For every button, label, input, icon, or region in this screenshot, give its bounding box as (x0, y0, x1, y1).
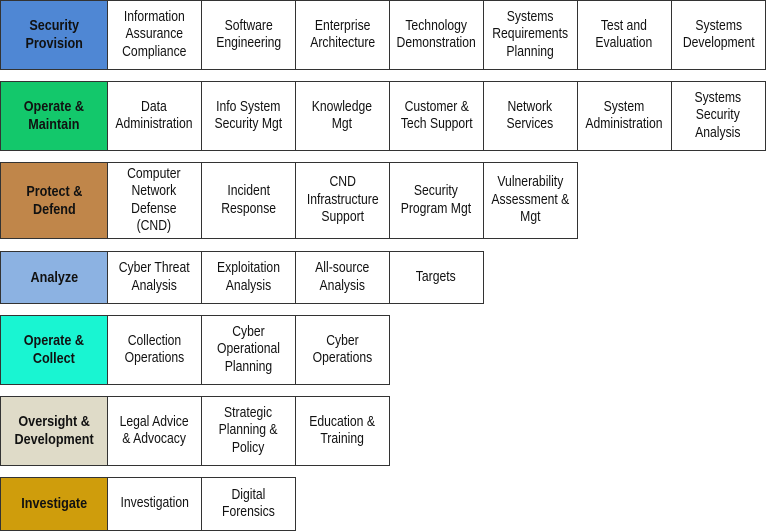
specialty-area-label: All-source Analysis (315, 260, 370, 294)
specialty-area-cell: CND Infrastructure Support (294, 162, 390, 239)
specialty-area-cell: Technology Demonstration (388, 0, 484, 70)
specialty-area-label: Software Engineering (215, 17, 281, 52)
specialty-area-label: Enterprise Architecture (309, 17, 375, 52)
category-header: Operate & Collect (0, 315, 108, 385)
specialty-area-cell: Vulnerability Assessment & Mgt (482, 162, 578, 239)
specialty-area-label: Cyber Operational Planning (216, 323, 280, 375)
specialty-area-label: Investigation (120, 495, 189, 512)
specialty-area-label: Cyber Threat Analysis (118, 260, 190, 294)
category-row: Oversight & Development Legal Advice & Ad… (0, 396, 390, 466)
specialty-area-cell: Cyber Threat Analysis (106, 251, 202, 304)
specialty-area-cell: Knowledge Mgt (294, 81, 390, 151)
specialty-area-label: Targets (416, 268, 457, 285)
specialty-area-label: Education & Training (309, 413, 376, 448)
specialty-area-label: CND Infrastructure Support (306, 174, 379, 226)
specialty-area-cell: Legal Advice & Advocacy (106, 396, 202, 466)
category-row: Operate & Maintain Data Administration Inf… (0, 81, 766, 151)
category-header: Oversight & Development (0, 396, 108, 466)
specialty-area-cell: Strategic Planning & Policy (200, 396, 296, 466)
specialty-area-cell: System Administration (576, 81, 672, 151)
specialty-area-label: Exploitation Analysis (216, 260, 280, 294)
specialty-area-label: Info System Security Mgt (214, 98, 283, 133)
specialty-area-cell: Education & Training (294, 396, 390, 466)
specialty-area-cell: Customer & Tech Support (388, 81, 484, 151)
category-header: Investigate (0, 477, 108, 531)
category-label: Operate & Collect (23, 332, 85, 367)
specialty-area-label: Knowledge Mgt (312, 98, 373, 133)
specialty-area-cell: Security Program Mgt (388, 162, 484, 239)
category-label: Investigate (21, 495, 87, 512)
specialty-area-cell: Systems Security Analysis (670, 81, 766, 151)
specialty-area-cell: Exploitation Analysis (200, 251, 296, 304)
specialty-area-cell: All-source Analysis (294, 251, 390, 304)
specialty-area-cell: Information Assurance Compliance (106, 0, 202, 70)
specialty-area-label: Collection Operations (124, 332, 185, 367)
category-header: Analyze (0, 251, 108, 304)
specialty-area-label: Computer Network Defense (CND) (127, 165, 181, 235)
specialty-area-label: Customer & Tech Support (400, 98, 473, 133)
specialty-area-label: Systems Development (682, 17, 755, 52)
specialty-area-cell: Collection Operations (106, 315, 202, 385)
specialty-area-cell: Cyber Operational Planning (200, 315, 296, 385)
specialty-area-label: Security Program Mgt (401, 183, 472, 217)
specialty-area-cell: Network Services (482, 81, 578, 151)
specialty-area-label: Information Assurance Compliance (122, 8, 187, 60)
category-label: Operate & Maintain (23, 98, 85, 133)
specialty-area-label: Network Services (506, 98, 554, 133)
specialty-area-cell: Cyber Operations (294, 315, 390, 385)
specialty-area-label: Data Administration (115, 98, 193, 133)
specialty-area-label: Legal Advice & Advocacy (119, 413, 189, 448)
specialty-area-cell: Enterprise Architecture (294, 0, 390, 70)
category-row: Analyze Cyber Threat Analysis Exploitation… (0, 251, 484, 304)
specialty-area-label: Digital Forensics (221, 486, 275, 521)
category-label: Security Provision (25, 17, 83, 52)
specialty-area-cell: Systems Requirements Planning (482, 0, 578, 70)
specialty-area-cell: Software Engineering (200, 0, 296, 70)
category-label: Protect & Defend (25, 182, 83, 218)
category-row: Security Provision Information Assurance … (0, 0, 766, 70)
category-header: Operate & Maintain (0, 81, 108, 151)
specialty-area-label: Technology Demonstration (396, 17, 476, 52)
category-header: Protect & Defend (0, 162, 108, 239)
specialty-area-cell: Digital Forensics (200, 477, 296, 531)
specialty-area-cell: Incident Response (200, 162, 296, 239)
specialty-area-label: System Administration (585, 98, 663, 133)
specialty-area-cell: Computer Network Defense (CND) (106, 162, 202, 239)
specialty-area-cell: Targets (388, 251, 484, 304)
category-row: Operate & Collect Collection Operations Cy… (0, 315, 390, 385)
specialty-area-cell: Investigation (106, 477, 202, 531)
category-header: Security Provision (0, 0, 108, 70)
category-label: Analyze (30, 268, 78, 286)
category-row: Investigate Investigation Digital Forensic… (0, 477, 296, 531)
specialty-area-label: Vulnerability Assessment & Mgt (491, 174, 570, 226)
specialty-area-cell: Test and Evaluation (576, 0, 672, 70)
specialty-area-label: Incident Response (220, 183, 276, 217)
specialty-area-label: Systems Security Analysis (694, 89, 742, 141)
category-row: Protect & Defend Computer Network Defense… (0, 162, 578, 239)
specialty-area-label: Systems Requirements Planning (492, 8, 569, 60)
specialty-area-label: Cyber Operations (312, 332, 373, 367)
specialty-area-label: Test and Evaluation (595, 17, 653, 52)
specialty-area-cell: Systems Development (670, 0, 766, 70)
specialty-area-cell: Data Administration (106, 81, 202, 151)
category-label: Oversight & Development (14, 413, 94, 448)
specialty-area-label: Strategic Planning & Policy (218, 404, 278, 456)
specialty-area-cell: Info System Security Mgt (200, 81, 296, 151)
